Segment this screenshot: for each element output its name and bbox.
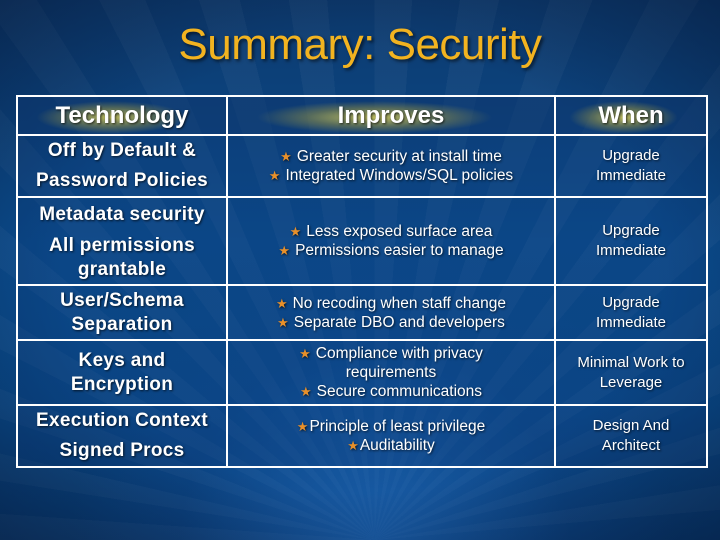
when-line: Architect: [601, 437, 661, 454]
when-line: Immediate: [595, 167, 667, 184]
when-line: Upgrade: [602, 147, 660, 164]
star-icon: ★: [296, 419, 309, 434]
star-icon: ★: [347, 438, 359, 453]
bullet-text: Principle of least privilege: [309, 418, 486, 435]
bullet-text: Integrated Windows/SQL policies: [285, 167, 514, 184]
table-row: Metadata security All permissions granta…: [16, 196, 708, 286]
star-icon: ★: [289, 224, 302, 239]
when-line: Design And: [592, 417, 670, 434]
bullet-continuation: requirements: [345, 364, 437, 381]
technology-line: Separation: [71, 313, 173, 335]
header-technology: Technology: [16, 95, 228, 136]
bullet-item: ★ Separate DBO and developers: [232, 313, 550, 332]
bullet-item: ★Principle of least privilege: [232, 417, 550, 436]
table-row: Execution Context Signed Procs ★Principl…: [16, 404, 708, 468]
star-icon: ★: [268, 168, 281, 183]
when-cell: Design And Architect: [554, 404, 708, 468]
bullet-text: Less exposed surface area: [306, 223, 493, 240]
star-icon: ★: [278, 243, 291, 258]
header-improves: Improves: [226, 95, 556, 136]
bullet-item: ★ No recoding when staff change: [232, 294, 550, 313]
summary-table: Technology Improves When Off by Default …: [16, 95, 708, 468]
when-line: Immediate: [595, 313, 667, 331]
bullet-text: Auditability: [359, 437, 435, 454]
technology-cell: User/Schema Separation: [16, 284, 228, 341]
header-row: Technology Improves When: [16, 95, 708, 136]
technology-line: Password Policies: [36, 170, 208, 191]
bullet-text: No recoding when staff change: [292, 294, 507, 312]
star-icon: ★: [299, 346, 311, 361]
when-line: Upgrade: [602, 293, 660, 311]
technology-line: Encryption: [70, 373, 174, 395]
bullet-text: Separate DBO and developers: [293, 313, 505, 331]
technology-cell: Execution Context Signed Procs: [16, 404, 228, 468]
star-icon: ★: [275, 295, 288, 311]
when-line: Upgrade: [602, 222, 660, 239]
technology-cell: Keys and Encryption: [16, 339, 228, 406]
when-line: Minimal Work to: [577, 353, 685, 371]
table-row: Keys and Encryption ★ Compliance with pri…: [16, 339, 708, 406]
bullet-text: Compliance with privacy: [315, 345, 483, 362]
header-when: When: [554, 95, 708, 136]
bullet-item: ★ Integrated Windows/SQL policies: [232, 166, 550, 185]
improves-cell: ★ Greater security at install time ★ Integ…: [226, 134, 556, 198]
bullet-item: ★ Less exposed surface area: [232, 222, 550, 241]
bullet-item: ★ Greater security at install time: [232, 147, 550, 166]
when-line: Leverage: [599, 373, 663, 391]
technology-line: grantable: [77, 259, 167, 280]
bullet-item: ★Auditability: [232, 436, 550, 455]
when-cell: Upgrade Immediate: [554, 134, 708, 198]
star-icon: ★: [299, 384, 312, 399]
table-row: User/Schema Separation ★ No recoding when…: [16, 284, 708, 341]
technology-line: Execution Context: [36, 410, 208, 431]
when-cell: Upgrade Immediate: [554, 196, 708, 286]
technology-cell: Metadata security All permissions granta…: [16, 196, 228, 286]
star-icon: ★: [280, 149, 292, 164]
improves-cell: ★ Less exposed surface area ★ Permissions …: [226, 196, 556, 286]
bullet-item: ★ Permissions easier to manage: [232, 241, 550, 260]
bullet-item: ★ Secure communications: [232, 382, 550, 401]
improves-cell: ★ Compliance with privacy requirements ★ S…: [226, 339, 556, 406]
bullet-text: Secure communications: [316, 383, 483, 400]
slide-title: Summary: Security: [178, 20, 542, 69]
bullet-item: ★ Compliance with privacy: [232, 344, 550, 363]
star-icon: ★: [277, 314, 289, 330]
technology-cell: Off by Default & Password Policies: [16, 134, 228, 198]
technology-line: Signed Procs: [59, 440, 185, 461]
improves-cell: ★ No recoding when staff change ★ Separate…: [226, 284, 556, 341]
technology-line: All permissions: [49, 235, 195, 256]
technology-line: Keys and: [78, 349, 166, 371]
technology-line: User/Schema: [60, 289, 184, 311]
bullet-text: Greater security at install time: [296, 148, 502, 165]
when-line: Immediate: [595, 242, 667, 259]
bullet-text: Permissions easier to manage: [295, 242, 504, 259]
technology-line: Off by Default &: [47, 140, 197, 161]
technology-line: Metadata security: [39, 204, 205, 225]
when-cell: Upgrade Immediate: [554, 284, 708, 341]
when-cell: Minimal Work to Leverage: [554, 339, 708, 406]
improves-cell: ★Principle of least privilege ★Auditabil…: [226, 404, 556, 468]
table-row: Off by Default & Password Policies ★ Grea…: [16, 134, 708, 198]
